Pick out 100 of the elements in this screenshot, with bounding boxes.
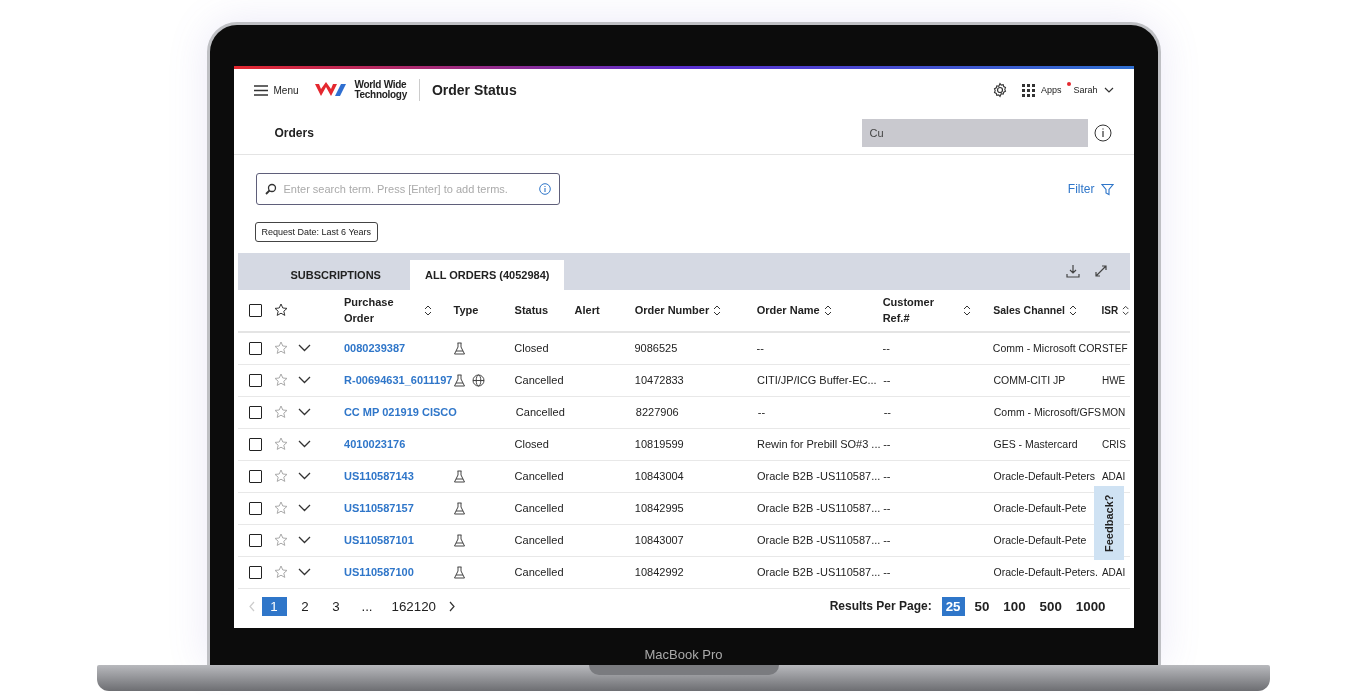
checkbox[interactable] — [248, 437, 262, 451]
chevron-right-icon[interactable] — [448, 600, 456, 612]
sort-icon[interactable] — [423, 304, 432, 316]
table-cell: HWE — [1101, 374, 1126, 386]
column-header: Order Name — [756, 304, 820, 317]
per-page-option[interactable]: 50 — [970, 596, 994, 616]
checkbox[interactable] — [248, 373, 262, 387]
logo-text: Technology — [354, 90, 407, 101]
per-page-option[interactable]: 1000 — [1071, 596, 1110, 616]
table-cell: Oracle B2B -US110587... — [757, 470, 881, 483]
column-header: Customer Ref.# — [882, 295, 935, 327]
order-link[interactable]: R-00694631_6011197 — [344, 374, 453, 387]
table-cell: -- — [883, 406, 891, 419]
column-header: Order Number — [634, 304, 710, 317]
menu-button[interactable]: Menu — [253, 84, 299, 96]
order-link[interactable]: CC MP 021919 CISCO — [343, 406, 457, 419]
table-cell: Comm - Microsoft COR — [992, 342, 1102, 355]
sort-icon[interactable] — [1122, 304, 1130, 316]
sort-icon[interactable] — [713, 304, 722, 316]
checkbox[interactable] — [248, 405, 262, 419]
table-cell: Cancelled — [514, 470, 564, 483]
chevron-down-icon[interactable] — [297, 440, 311, 449]
page-button[interactable]: ... — [354, 596, 380, 616]
star-icon[interactable] — [274, 405, 289, 420]
per-page-option[interactable]: 500 — [1035, 596, 1066, 616]
user-menu[interactable]: Sarah — [1073, 85, 1114, 96]
table-cell: CRIS — [1101, 438, 1126, 450]
page-button[interactable]: 2 — [292, 596, 318, 616]
chevron-down-icon — [1103, 87, 1114, 94]
sort-icon[interactable] — [823, 304, 832, 316]
info-icon — [538, 183, 551, 196]
star-icon[interactable] — [274, 501, 289, 516]
page-title: Orders — [274, 125, 314, 140]
logo-text: World Wide — [354, 80, 407, 91]
tab[interactable]: SUBSCRIPTIONS — [275, 259, 396, 290]
search-field[interactable]: Enter search term. Press [Enter] to add terms. — [255, 173, 560, 206]
star-icon[interactable] — [274, 373, 289, 388]
expand-icon[interactable] — [1093, 264, 1108, 279]
checkbox[interactable] — [248, 341, 262, 355]
table-cell: Cancelled — [514, 566, 564, 579]
star-icon[interactable] — [274, 437, 289, 452]
order-link[interactable]: US110587143 — [344, 470, 414, 483]
star-icon[interactable] — [274, 341, 289, 356]
chevron-down-icon[interactable] — [297, 472, 311, 481]
order-link[interactable]: US110587100 — [344, 566, 414, 579]
table-cell: -- — [883, 470, 891, 483]
star-icon[interactable] — [274, 303, 289, 318]
column-header: Sales Channel — [993, 304, 1065, 317]
order-link[interactable]: US110587101 — [344, 534, 414, 547]
checkbox[interactable] — [248, 469, 262, 483]
star-icon[interactable] — [274, 565, 289, 580]
filter-button[interactable]: Filter — [1067, 182, 1114, 197]
table-cell: 8227906 — [635, 406, 679, 419]
chevron-down-icon[interactable] — [297, 568, 311, 577]
per-page-option[interactable]: 25 — [941, 596, 965, 616]
chevron-down-icon[interactable] — [297, 376, 311, 385]
table-cell: -- — [883, 502, 891, 515]
column-header: ISR — [1101, 304, 1119, 316]
grid-icon — [1021, 83, 1035, 97]
tooltip: Cu — [861, 118, 1088, 147]
table-cell: Rewin for Prebill SO#3 ... — [757, 438, 881, 451]
checkbox[interactable] — [248, 565, 262, 579]
star-icon[interactable] — [274, 469, 289, 484]
order-link[interactable]: 0080239387 — [344, 342, 406, 355]
column-header: Type — [453, 304, 479, 317]
table-cell: ADAI — [1101, 566, 1126, 578]
apps-button[interactable]: Apps — [1021, 83, 1062, 97]
chevron-down-icon[interactable] — [297, 344, 311, 353]
order-link[interactable]: 4010023176 — [344, 438, 406, 451]
checkbox[interactable] — [248, 501, 262, 515]
table-cell: COMM-CITI JP — [993, 374, 1066, 387]
settings-icon[interactable] — [991, 82, 1008, 99]
filter-icon — [1100, 182, 1114, 196]
table-cell: Cancelled — [515, 406, 565, 419]
sort-icon[interactable] — [963, 304, 972, 316]
page-button[interactable]: 162120 — [385, 596, 442, 616]
sort-icon[interactable] — [1069, 304, 1077, 316]
table-cell: 10472833 — [634, 374, 684, 387]
checkbox[interactable] — [248, 303, 262, 317]
table-cell: ADAI — [1101, 470, 1126, 482]
table-cell: -- — [883, 534, 891, 547]
per-page-option[interactable]: 100 — [999, 596, 1030, 616]
feedback-tab[interactable]: Feedback? — [1093, 485, 1124, 560]
checkbox[interactable] — [248, 533, 262, 547]
page-button[interactable]: 3 — [323, 596, 349, 616]
table-cell: 10842992 — [634, 566, 684, 579]
tab[interactable]: ALL ORDERS (4052984) — [409, 259, 565, 290]
table-cell: Cancelled — [514, 534, 564, 547]
filter-chip[interactable]: Request Date: Last 6 Years — [254, 222, 379, 243]
page-button[interactable]: 1 — [261, 596, 287, 616]
chevron-down-icon[interactable] — [297, 536, 311, 545]
info-icon[interactable] — [1093, 123, 1112, 142]
order-link[interactable]: US110587157 — [344, 502, 414, 515]
column-header: Alert — [574, 304, 600, 317]
chevron-down-icon[interactable] — [297, 408, 311, 417]
star-icon[interactable] — [274, 533, 289, 548]
chevron-down-icon[interactable] — [297, 504, 311, 513]
download-icon[interactable] — [1065, 264, 1080, 279]
table-cell: 9086525 — [634, 342, 678, 355]
logo-icon — [314, 82, 347, 99]
